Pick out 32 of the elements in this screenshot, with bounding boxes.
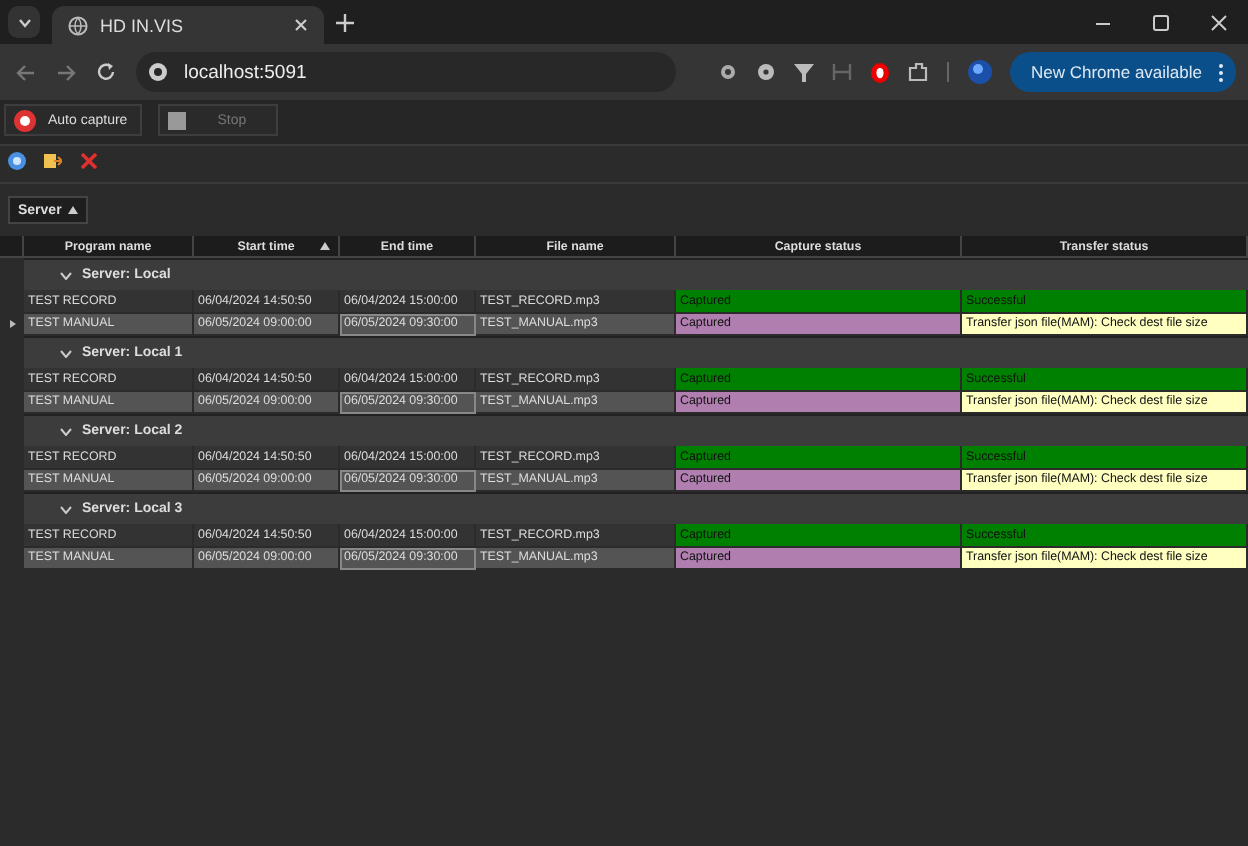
close-icon[interactable] <box>1210 13 1228 31</box>
tab-title: HD IN.VIS <box>100 15 186 35</box>
url-text: localhost:5091 <box>184 61 307 83</box>
sort-icon <box>320 242 330 250</box>
maximize-icon[interactable] <box>1152 13 1170 31</box>
more-icon <box>1218 63 1224 81</box>
forward-icon[interactable] <box>56 63 76 81</box>
toolbar-divider <box>946 62 951 82</box>
extension-icon[interactable] <box>718 62 739 82</box>
export-icon[interactable] <box>44 152 62 170</box>
update-button[interactable]: New Chrome available <box>1010 52 1236 92</box>
expand-icon <box>60 505 72 513</box>
stop-icon <box>167 111 186 129</box>
tab-search-button[interactable] <box>8 6 40 38</box>
address-bar[interactable]: localhost:5091 <box>136 52 676 92</box>
back-icon[interactable] <box>16 63 36 81</box>
expand-icon <box>60 271 72 279</box>
reload-icon[interactable] <box>96 62 116 82</box>
close-icon[interactable] <box>294 18 308 32</box>
funnel-icon[interactable] <box>794 62 815 82</box>
chevron-icon <box>17 17 31 27</box>
delete-icon[interactable] <box>80 152 98 170</box>
globe-icon <box>68 15 88 35</box>
avatar-icon[interactable] <box>968 60 993 84</box>
record-icon[interactable] <box>870 61 891 83</box>
site-info-icon <box>148 62 168 82</box>
new-tab-icon[interactable] <box>336 13 354 31</box>
browser-tab[interactable]: HD IN.VIS <box>52 6 324 44</box>
puzzle-icon[interactable] <box>908 62 929 82</box>
expand-icon <box>60 427 72 435</box>
expand-icon <box>60 349 72 357</box>
record-icon <box>14 109 36 131</box>
